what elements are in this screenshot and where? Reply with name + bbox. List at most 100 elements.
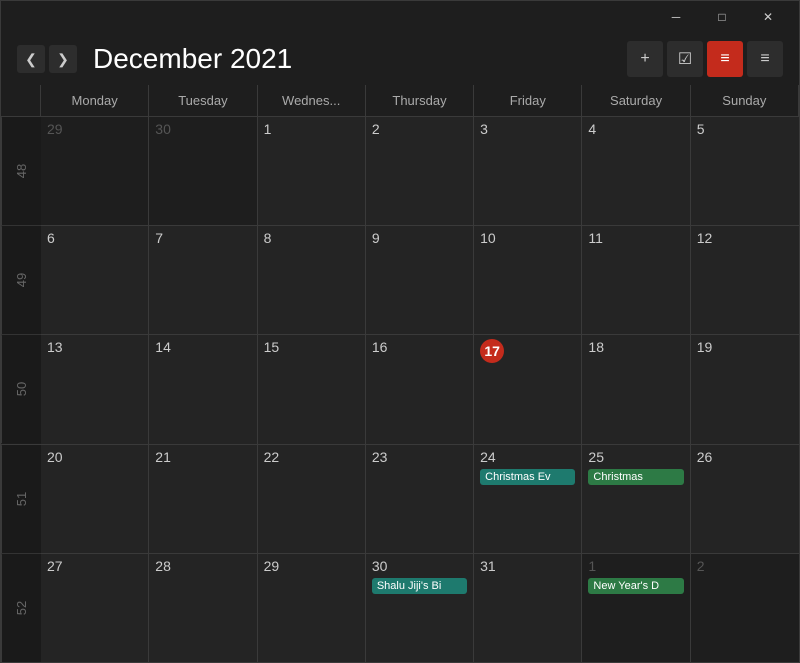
calendar-header: Monday Tuesday Wednes... Thursday Friday…: [1, 85, 799, 117]
event-new-years[interactable]: New Year's D: [588, 578, 683, 594]
toolbar-actions: + ☑ ≡ ≡: [627, 41, 783, 77]
day-cell-27[interactable]: 27: [41, 554, 149, 662]
week-number-51: 51: [1, 445, 41, 553]
event-christmas[interactable]: Christmas: [588, 469, 683, 485]
day-header-fri: Friday: [474, 85, 582, 116]
day-cell-12[interactable]: 12: [691, 226, 799, 334]
day-num: 21: [155, 449, 171, 465]
day-cell-22[interactable]: 22: [258, 445, 366, 553]
day-cell-5[interactable]: 5: [691, 117, 799, 225]
day-num: 1: [588, 558, 596, 574]
week-number-49: 49: [1, 226, 41, 334]
prev-button[interactable]: ❮: [17, 45, 45, 73]
day-num: 20: [47, 449, 63, 465]
day-cell-16[interactable]: 16: [366, 335, 474, 443]
day-cell-1[interactable]: 1: [258, 117, 366, 225]
event-shalu-birthday[interactable]: Shalu Jiji's Bi: [372, 578, 467, 594]
day-num: 15: [264, 339, 280, 355]
day-cell-9[interactable]: 9: [366, 226, 474, 334]
day-num: 4: [588, 121, 596, 137]
day-header-thu: Thursday: [366, 85, 474, 116]
day-num: 9: [372, 230, 380, 246]
day-header-wed: Wednes...: [258, 85, 366, 116]
day-num: 11: [588, 230, 603, 246]
day-cell-8[interactable]: 8: [258, 226, 366, 334]
day-num: 13: [47, 339, 63, 355]
day-num: 30: [372, 558, 388, 574]
day-cell-26[interactable]: 26: [691, 445, 799, 553]
day-num: 28: [155, 558, 171, 574]
calendar-row-49: 49 6 7 8 9 10 11 12: [1, 226, 799, 335]
day-num: 24: [480, 449, 496, 465]
day-cell-20[interactable]: 20: [41, 445, 149, 553]
week-num-header: [1, 85, 41, 116]
toolbar: ❮ ❯ December 2021 + ☑ ≡ ≡: [1, 33, 799, 85]
calendar: Monday Tuesday Wednes... Thursday Friday…: [1, 85, 799, 662]
day-num: 25: [588, 449, 604, 465]
day-cell-7[interactable]: 7: [149, 226, 257, 334]
next-button[interactable]: ❯: [49, 45, 77, 73]
minimize-button[interactable]: ─: [653, 1, 699, 33]
week-number-48: 48: [1, 117, 41, 225]
day-header-mon: Monday: [41, 85, 149, 116]
day-cell-18[interactable]: 18: [582, 335, 690, 443]
day-cell-4[interactable]: 4: [582, 117, 690, 225]
day-cell-30-nov[interactable]: 30: [149, 117, 257, 225]
calendar-row-48: 48 29 30 1 2 3 4 5: [1, 117, 799, 226]
day-num: 29: [264, 558, 280, 574]
day-cell-29[interactable]: 29: [258, 554, 366, 662]
day-header-sun: Sunday: [691, 85, 799, 116]
nav-buttons: ❮ ❯: [17, 45, 77, 73]
day-num: 27: [47, 558, 63, 574]
day-num: 30: [155, 121, 171, 137]
day-num: 29: [47, 121, 63, 137]
day-num: 18: [588, 339, 604, 355]
filter-button[interactable]: ≡: [707, 41, 743, 77]
day-cell-3[interactable]: 3: [474, 117, 582, 225]
day-cell-24[interactable]: 24 Christmas Ev: [474, 445, 582, 553]
day-cell-13[interactable]: 13: [41, 335, 149, 443]
day-num: 7: [155, 230, 163, 246]
calendar-body: 48 29 30 1 2 3 4 5 49 6 7 8 9 10 11 12: [1, 117, 799, 662]
menu-button[interactable]: ≡: [747, 41, 783, 77]
day-header-sat: Saturday: [582, 85, 690, 116]
day-cell-29-nov[interactable]: 29: [41, 117, 149, 225]
day-num: 12: [697, 230, 713, 246]
day-num: 5: [697, 121, 705, 137]
maximize-button[interactable]: □: [699, 1, 745, 33]
calendar-row-51: 51 20 21 22 23 24 Christmas Ev 25 Christ…: [1, 445, 799, 554]
day-num: 8: [264, 230, 272, 246]
tasks-button[interactable]: ☑: [667, 41, 703, 77]
calendar-row-50: 50 13 14 15 16 17 18 19: [1, 335, 799, 444]
day-num: 2: [372, 121, 380, 137]
day-cell-10[interactable]: 10: [474, 226, 582, 334]
week-number-52: 52: [1, 554, 41, 662]
close-button[interactable]: ✕: [745, 1, 791, 33]
add-event-button[interactable]: +: [627, 41, 663, 77]
calendar-window: ─ □ ✕ ❮ ❯ December 2021 + ☑ ≡ ≡ Monday T…: [0, 0, 800, 663]
day-cell-15[interactable]: 15: [258, 335, 366, 443]
day-cell-23[interactable]: 23: [366, 445, 474, 553]
day-cell-25[interactable]: 25 Christmas: [582, 445, 690, 553]
day-num: 26: [697, 449, 713, 465]
day-cell-30[interactable]: 30 Shalu Jiji's Bi: [366, 554, 474, 662]
day-cell-6[interactable]: 6: [41, 226, 149, 334]
today-indicator: 17: [480, 339, 504, 363]
day-cell-17[interactable]: 17: [474, 335, 582, 443]
day-num: 23: [372, 449, 388, 465]
day-cell-19[interactable]: 19: [691, 335, 799, 443]
titlebar: ─ □ ✕: [1, 1, 799, 33]
day-cell-14[interactable]: 14: [149, 335, 257, 443]
day-num: 16: [372, 339, 388, 355]
day-header-tue: Tuesday: [149, 85, 257, 116]
day-cell-31[interactable]: 31: [474, 554, 582, 662]
week-number-50: 50: [1, 335, 41, 443]
day-cell-21[interactable]: 21: [149, 445, 257, 553]
day-cell-11[interactable]: 11: [582, 226, 690, 334]
event-christmas-eve[interactable]: Christmas Ev: [480, 469, 575, 485]
day-cell-2-jan[interactable]: 2: [691, 554, 799, 662]
day-cell-2[interactable]: 2: [366, 117, 474, 225]
day-cell-28[interactable]: 28: [149, 554, 257, 662]
month-title: December 2021: [93, 43, 619, 75]
day-cell-1-jan[interactable]: 1 New Year's D: [582, 554, 690, 662]
